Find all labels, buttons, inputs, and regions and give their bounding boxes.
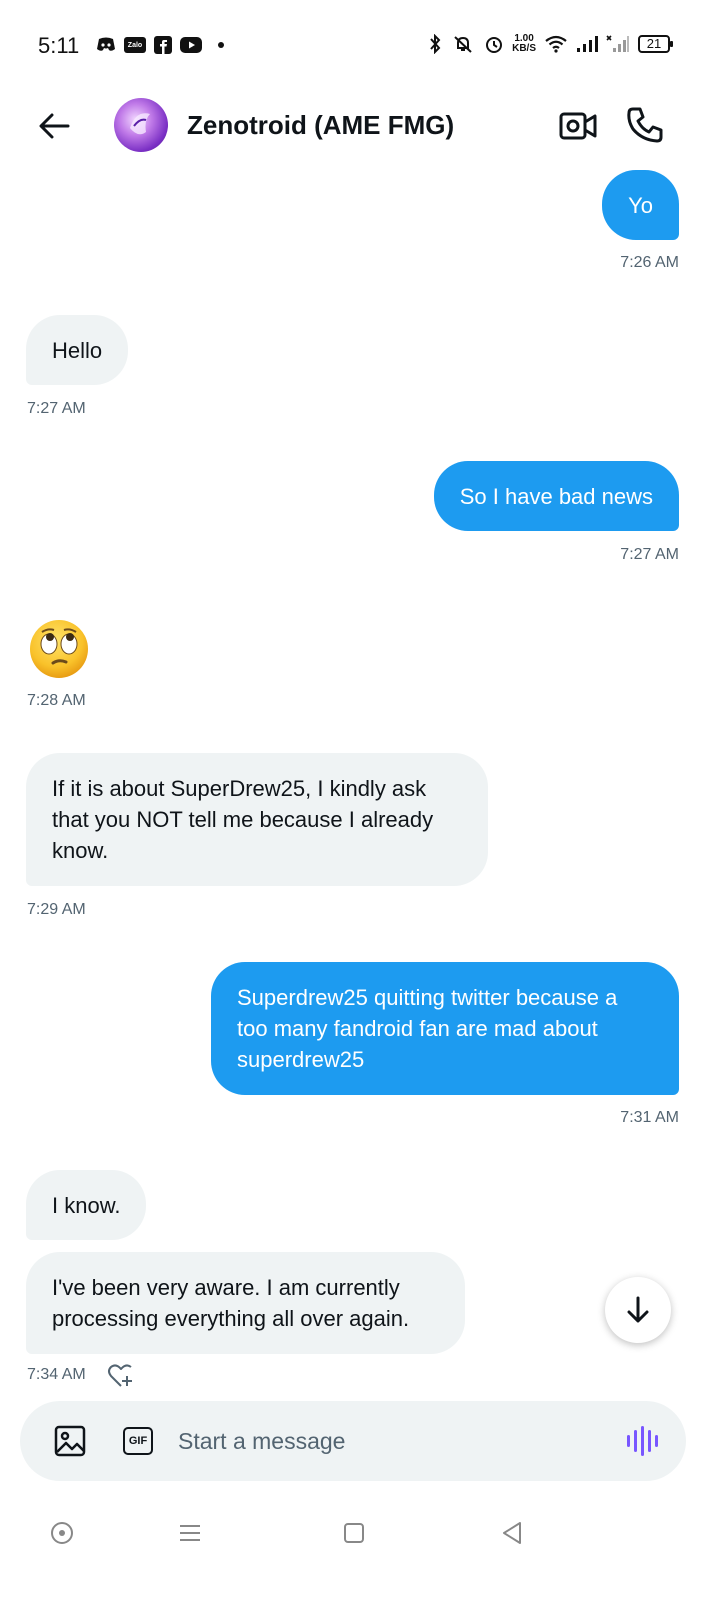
message-text: So I have bad news: [459, 484, 653, 509]
back-button[interactable]: [36, 108, 72, 144]
status-app-icons: Zalo: [96, 36, 224, 54]
gif-button[interactable]: GIF: [123, 1427, 153, 1455]
message-input[interactable]: [178, 1423, 598, 1459]
youtube-icon: [180, 37, 202, 53]
message-timestamp: 7:27 AM: [27, 400, 86, 417]
network-speed: 1.00 KB/S: [512, 33, 536, 54]
mute-bell-icon: [454, 36, 472, 53]
add-reaction-icon[interactable]: [107, 1362, 135, 1388]
media-icon[interactable]: [54, 1425, 86, 1457]
message-text: Hello: [52, 338, 103, 363]
message-text: I've been very aware. I am currently pro…: [52, 1275, 410, 1331]
avatar-art: [130, 113, 150, 135]
contact-name[interactable]: Zenotroid (AME FMG): [187, 110, 454, 141]
received-message-bubble[interactable]: Hello: [26, 315, 129, 385]
voice-call-button[interactable]: [624, 104, 666, 146]
message-text: I know.: [52, 1193, 121, 1218]
message-text: Yo: [628, 193, 653, 218]
signal-icon: [577, 36, 598, 52]
message-text: Superdrew25 quitting twitter because a t…: [237, 985, 618, 1072]
video-call-button[interactable]: [558, 106, 598, 146]
sent-message-bubble[interactable]: So I have bad news: [433, 461, 679, 531]
back-nav-icon[interactable]: [498, 1519, 526, 1547]
wifi-icon: [545, 35, 567, 53]
status-bar: 5:11 Zalo 1.00 KB/S 21: [0, 0, 720, 80]
facebook-icon: [154, 36, 172, 54]
recents-nav-icon[interactable]: [176, 1519, 204, 1547]
status-time: 5:11: [38, 33, 80, 58]
message-timestamp: 7:31 AM: [620, 1109, 679, 1126]
rolling-eyes-emoji[interactable]: [28, 618, 90, 680]
arrow-down-icon: [627, 1296, 649, 1323]
status-system-icons: 1.00 KB/S 21: [428, 33, 673, 54]
message-timestamp: 7:34 AM: [27, 1366, 86, 1383]
bluetooth-icon: [430, 34, 441, 54]
voice-message-icon[interactable]: [625, 1425, 659, 1457]
conversation-header: Zenotroid (AME FMG): [0, 88, 720, 164]
message-timestamp: 7:29 AM: [27, 901, 86, 918]
system-navigation-bar: [0, 1505, 720, 1565]
message-timestamp: 7:27 AM: [620, 546, 679, 563]
avatar[interactable]: [114, 98, 168, 152]
battery-indicator: 21: [638, 35, 673, 53]
scroll-to-bottom-button[interactable]: [605, 1277, 671, 1343]
message-composer: GIF: [20, 1401, 686, 1481]
sent-message-bubble[interactable]: Superdrew25 quitting twitter because a t…: [211, 962, 679, 1095]
alarm-icon: [486, 37, 503, 53]
message-text: If it is about SuperDrew25, I kindly ask…: [52, 776, 434, 863]
message-timestamp: 7:28 AM: [27, 692, 86, 709]
home-nav-icon[interactable]: [340, 1519, 368, 1547]
signal-no-service-icon: [606, 35, 629, 52]
received-message-bubble[interactable]: If it is about SuperDrew25, I kindly ask…: [26, 753, 488, 886]
received-message-bubble[interactable]: I know.: [26, 1170, 147, 1240]
discord-icon: [97, 37, 115, 51]
received-message-bubble[interactable]: I've been very aware. I am currently pro…: [26, 1252, 465, 1354]
notification-dot: [218, 42, 224, 48]
zalo-icon: Zalo: [124, 37, 146, 53]
sent-message-bubble[interactable]: Yo: [602, 170, 679, 240]
message-timestamp: 7:26 AM: [620, 254, 679, 271]
assistant-nav-icon[interactable]: [48, 1519, 76, 1547]
